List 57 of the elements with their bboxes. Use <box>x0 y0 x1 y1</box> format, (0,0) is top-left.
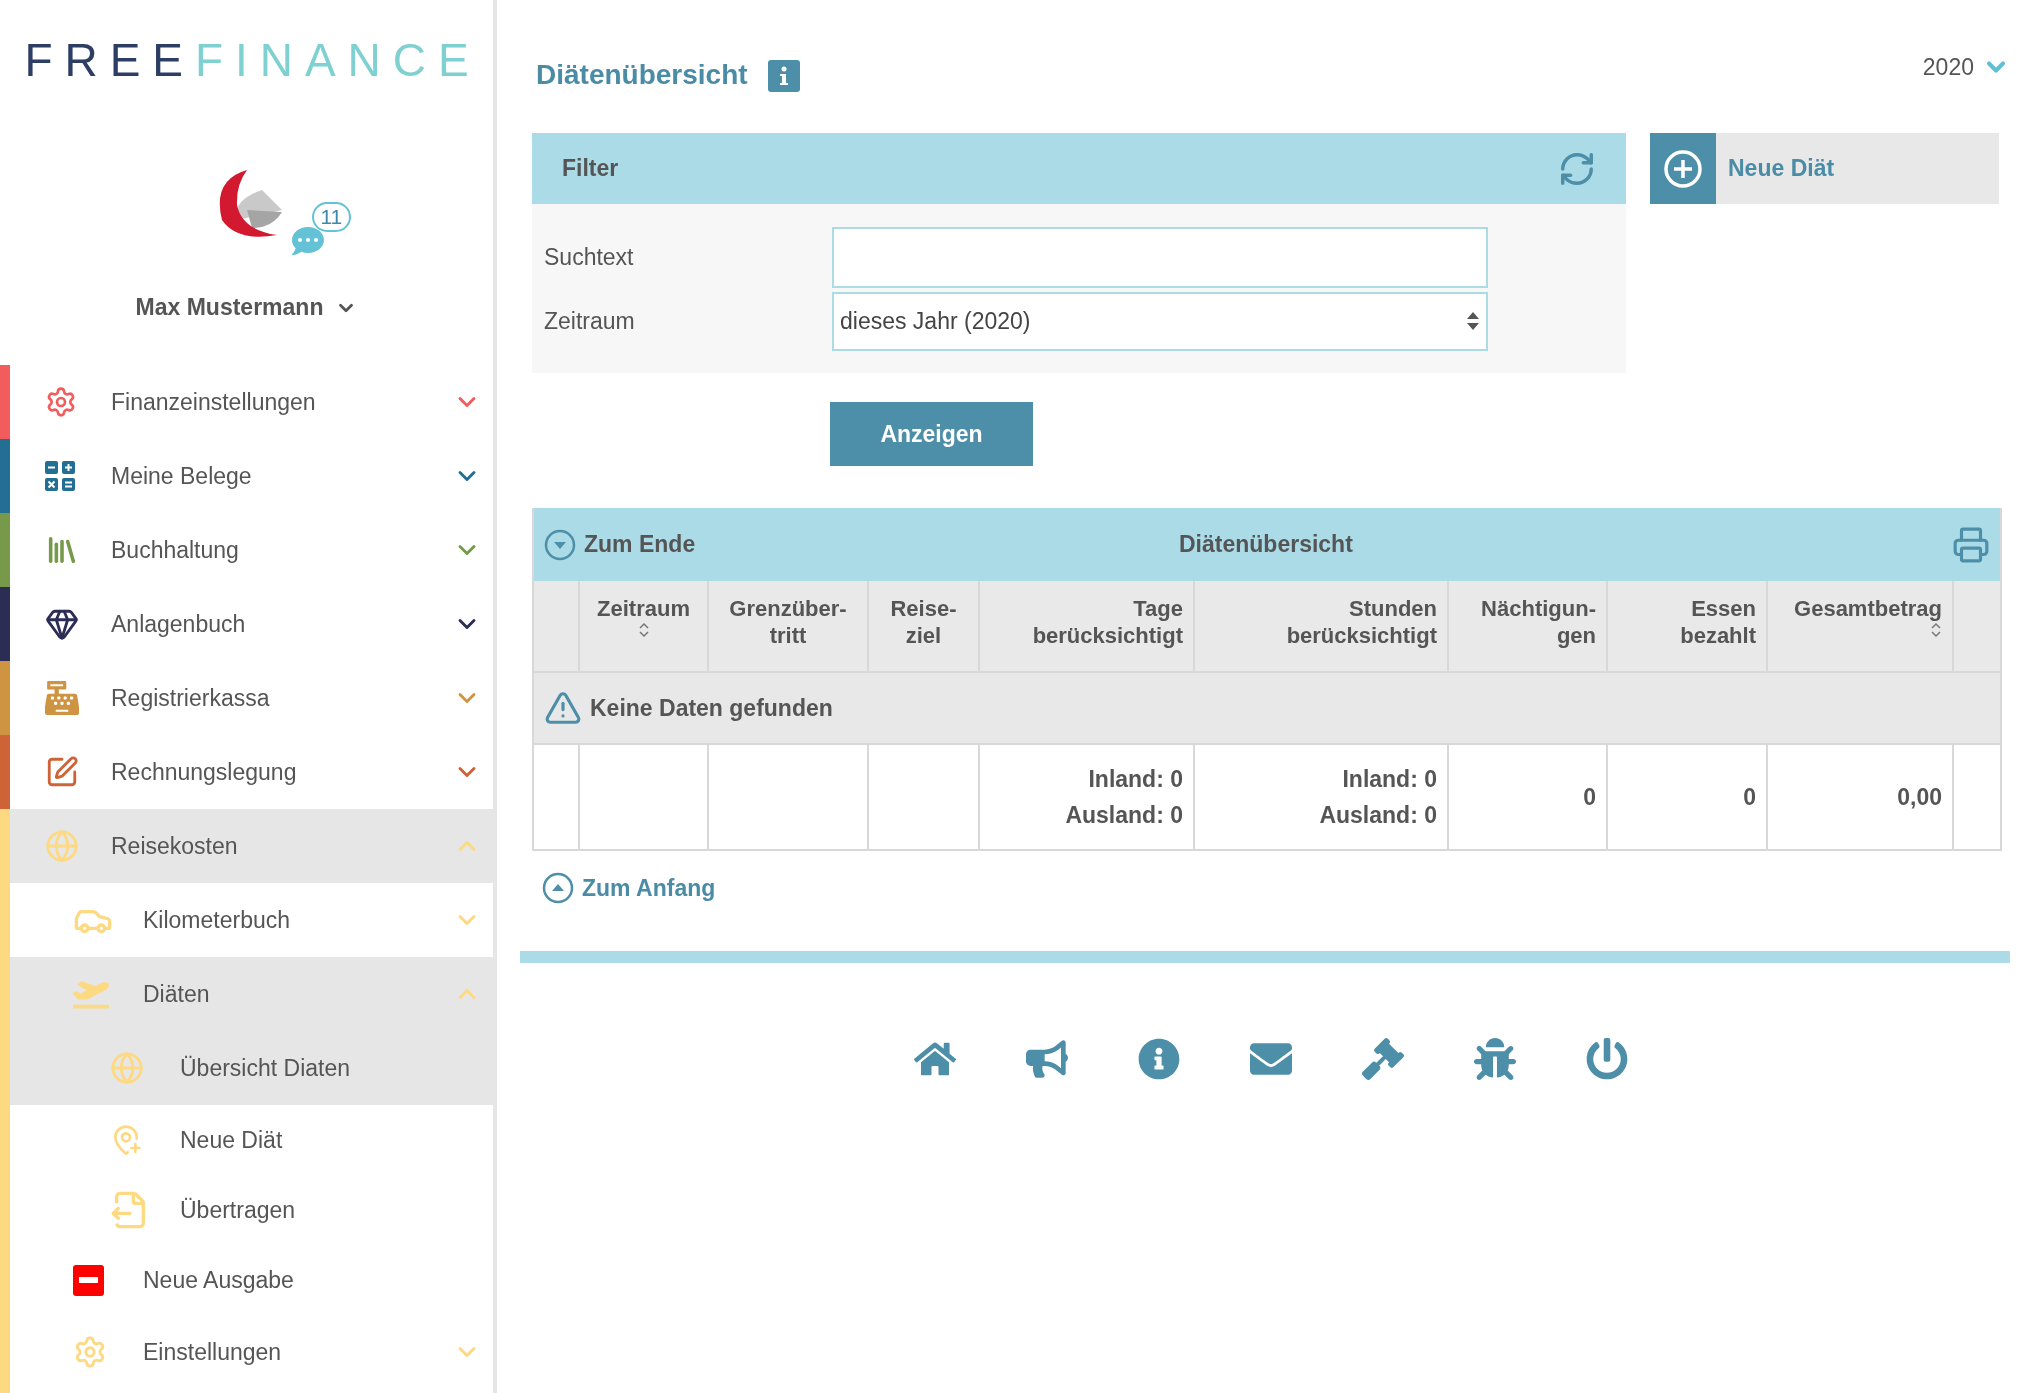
logo[interactable]: FREE FINANCE <box>12 37 481 83</box>
calculator-grid-icon <box>45 461 75 491</box>
sidebar-item[interactable]: Reisekosten <box>10 809 493 883</box>
globe-icon <box>45 829 79 863</box>
column-header: Nächtigun- gen <box>1481 595 1596 649</box>
column-header: Grenzüber- tritt <box>729 595 847 649</box>
sidebar-item[interactable]: Übersicht Diaten <box>10 1031 493 1105</box>
column-header: Essen bezahlt <box>1680 595 1756 649</box>
info-icon[interactable] <box>767 60 800 92</box>
warning-icon <box>544 689 582 727</box>
column-header: Stunden berücksichtigt <box>1286 595 1437 649</box>
total-cell-text: 0,00 <box>1897 782 1942 812</box>
sort-icon[interactable] <box>1930 622 1942 638</box>
total-cell-text: Inland: 0 <box>1342 765 1437 794</box>
year-dropdown[interactable]: 2020 <box>1922 50 2010 85</box>
period-select[interactable]: dieses Jahr (2020) <box>832 291 1488 351</box>
info-icon[interactable] <box>1138 1037 1180 1080</box>
page-title: Diätenübersicht <box>536 58 748 92</box>
sort-icon[interactable] <box>637 622 650 638</box>
table-title: Diätenübersicht <box>1179 530 1353 560</box>
filter-title: Filter <box>562 154 620 184</box>
cash-register-icon <box>45 681 79 715</box>
diamond-icon <box>45 607 79 641</box>
search-field[interactable] <box>832 226 1488 288</box>
column-header[interactable]: Zeitraum <box>597 595 690 622</box>
power-icon[interactable] <box>1586 1037 1628 1080</box>
total-cell-text: Ausland: 0 <box>1065 801 1183 830</box>
print-icon[interactable] <box>1952 525 1990 564</box>
minus-square-icon <box>73 1264 104 1296</box>
total-cell-text: Inland: 0 <box>1088 765 1183 794</box>
sidebar-item[interactable]: Diäten <box>10 957 493 1031</box>
globe-icon <box>110 1051 144 1085</box>
column-header: Reise- ziel <box>890 595 957 649</box>
column-header: Tage berücksichtigt <box>1032 595 1183 649</box>
plus-circle-icon <box>1663 148 1703 189</box>
chat-bubbles-icon[interactable] <box>291 225 324 257</box>
column-header[interactable]: Gesamtbetrag <box>1794 595 1942 622</box>
gear-icon <box>73 1335 107 1369</box>
to-start-link[interactable]: Zum Anfang <box>542 871 716 906</box>
to-end-link[interactable]: Zum Ende <box>544 527 696 562</box>
total-cell-text: Ausland: 0 <box>1319 801 1437 830</box>
show-button[interactable]: Anzeigen <box>830 402 1033 466</box>
bug-icon[interactable] <box>1474 1037 1516 1080</box>
field-label: Suchtext <box>543 242 635 272</box>
message-count-badge[interactable]: 11 <box>311 202 352 232</box>
caret-up-down-icon <box>1466 310 1480 332</box>
empty-message: Keine Daten gefunden <box>590 693 833 723</box>
megaphone-icon[interactable] <box>1026 1037 1068 1080</box>
gavel-icon[interactable] <box>1362 1037 1404 1080</box>
pen-square-icon <box>45 755 79 789</box>
user-menu[interactable]: Max Mustermann <box>0 270 493 365</box>
field-label: Zeitraum <box>543 306 636 336</box>
total-cell-text: 0 <box>1583 782 1596 812</box>
circle-down-icon <box>544 528 576 561</box>
gear-icon <box>45 386 77 418</box>
circle-up-icon <box>542 872 574 905</box>
total-cell-text: 0 <box>1743 782 1756 812</box>
